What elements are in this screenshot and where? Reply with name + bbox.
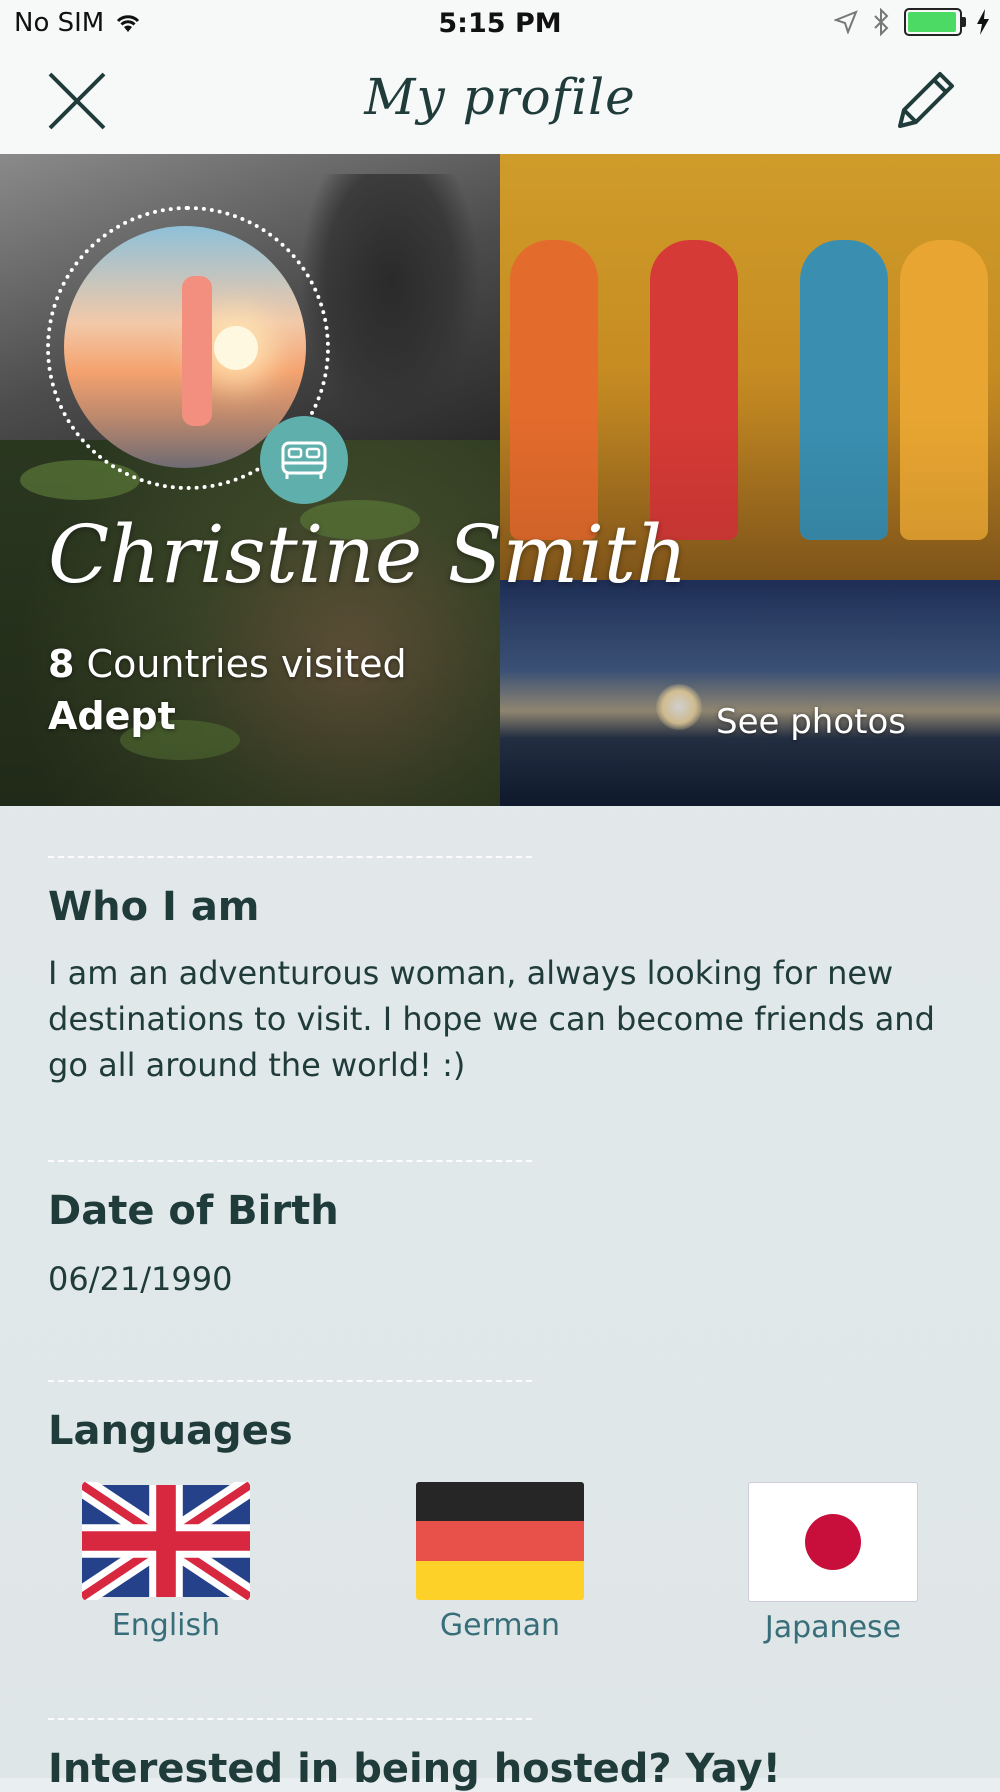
dob-heading: Date of Birth	[48, 1188, 339, 1234]
about-text: I am an adventurous woman, always lookin…	[48, 954, 935, 1084]
status-bar: No SIM 5:15 PM	[0, 0, 1000, 48]
language-item-english: English	[66, 1482, 266, 1643]
countries-count: 8	[48, 642, 75, 686]
bed-icon	[281, 441, 327, 479]
see-photos-link[interactable]: See photos	[716, 702, 906, 742]
germany-flag-icon	[416, 1482, 584, 1600]
language-label: Japanese	[764, 1610, 902, 1645]
countries-visited: 8 Countries visited	[48, 642, 407, 686]
language-item-japanese: Japanese	[733, 1482, 933, 1645]
nav-bar: My profile	[0, 48, 1000, 154]
uk-flag-icon	[82, 1482, 250, 1600]
languages-heading: Languages	[48, 1408, 293, 1454]
photo-tile-sunset[interactable]	[500, 580, 1000, 806]
language-label: English	[111, 1608, 221, 1643]
countries-label: Countries visited	[86, 642, 407, 686]
bluetooth-icon	[874, 8, 889, 36]
divider	[48, 1160, 532, 1162]
location-arrow-icon	[834, 10, 858, 34]
photo-tile-jungle[interactable]	[0, 440, 500, 806]
battery-icon	[904, 8, 966, 36]
profile-name: Christine Smith	[48, 508, 688, 601]
japan-flag-icon	[748, 1482, 918, 1602]
hosted-heading: Interested in being hosted? Yay!	[48, 1746, 781, 1792]
host-badge	[260, 416, 348, 504]
divider	[48, 1380, 532, 1382]
language-label: German	[439, 1608, 561, 1643]
pencil-icon[interactable]	[890, 66, 960, 136]
dob-value: 06/21/1990	[48, 1260, 233, 1298]
language-item-german: German	[400, 1482, 600, 1643]
divider	[48, 1718, 532, 1720]
about-heading: Who I am	[48, 884, 260, 930]
traveler-level: Adept	[48, 694, 176, 738]
charging-bolt-icon	[977, 9, 989, 35]
divider	[48, 856, 532, 858]
page-title: My profile	[364, 68, 636, 126]
profile-header: Christine Smith 8 Countries visited Adep…	[0, 154, 1000, 806]
